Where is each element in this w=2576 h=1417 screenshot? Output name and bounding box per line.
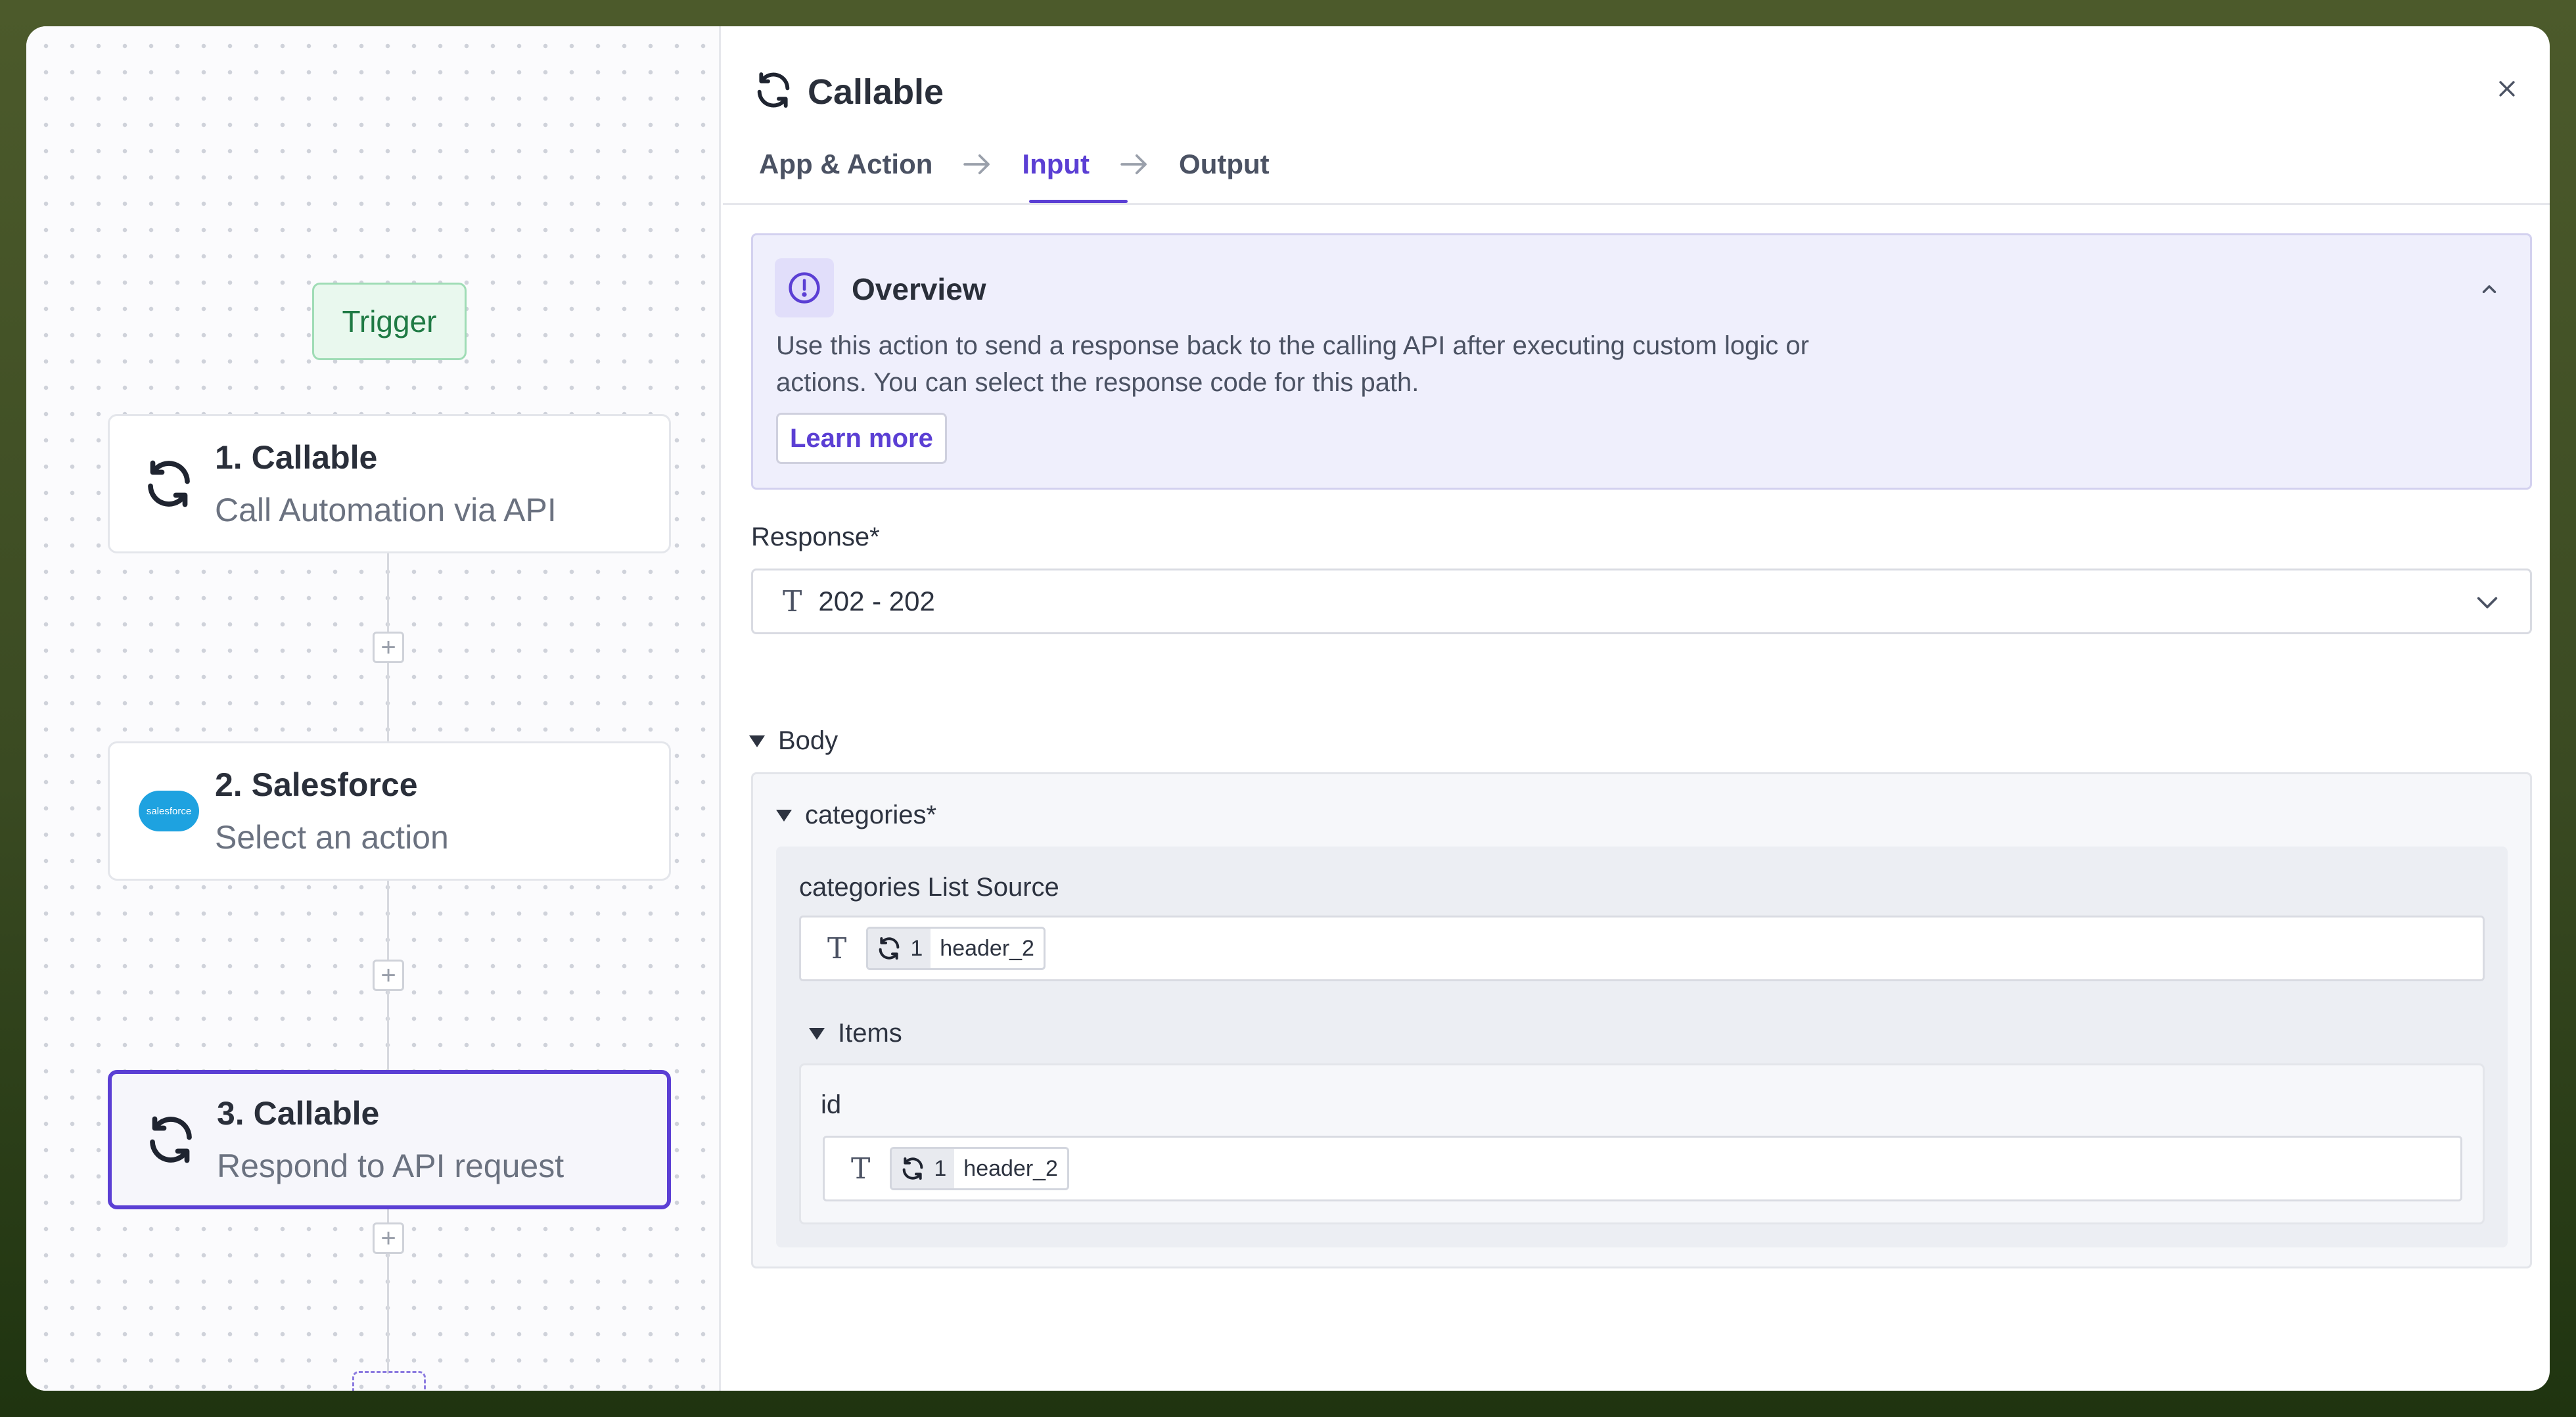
text-type-icon: T [783, 584, 802, 618]
text-type-icon: T [851, 1151, 871, 1186]
callable-sync-icon [879, 937, 900, 960]
id-label: id [821, 1090, 842, 1119]
tab-output[interactable]: Output [1179, 149, 1270, 180]
categories-label: categories* [805, 801, 937, 829]
learn-more-button[interactable]: Learn more [776, 413, 947, 464]
categories-section: categories List Source T 1 header_2 Item… [776, 847, 2508, 1247]
add-step-button[interactable]: + [373, 1222, 404, 1254]
tabs-divider [723, 203, 2550, 205]
body-section: categories* categories List Source T 1 h… [751, 772, 2532, 1268]
chevron-up-icon[interactable] [2478, 278, 2500, 304]
tab-app-action[interactable]: App & Action [759, 149, 932, 180]
overview-title: Overview [852, 272, 986, 306]
callable-sync-icon [903, 1157, 923, 1180]
list-source-input[interactable]: T 1 header_2 [799, 916, 2485, 981]
token-step-number: 1 [934, 1155, 947, 1181]
items-toggle[interactable]: Items [809, 1019, 902, 1048]
workflow-node-callable-3[interactable]: 3. Callable Respond to API request [108, 1070, 671, 1209]
callable-sync-icon [138, 1107, 204, 1173]
data-token-pill[interactable]: 1 header_2 [866, 927, 1046, 970]
response-value: 202 - 202 [818, 586, 935, 616]
data-token-pill[interactable]: 1 header_2 [890, 1147, 1069, 1190]
workflow-node-salesforce[interactable]: salesforce 2. Salesforce Select an actio… [108, 741, 671, 881]
node-subtitle: Call Automation via API [215, 492, 557, 528]
active-tab-indicator [1029, 200, 1128, 203]
token-field-name: header_2 [963, 1155, 1058, 1181]
body-toggle[interactable]: Body [749, 726, 838, 756]
response-label: Response* [751, 523, 880, 551]
step-tabs: App & Action Input Output [759, 145, 1270, 184]
response-select[interactable]: T 202 - 202 [751, 569, 2532, 634]
workflow-canvas[interactable]: Trigger 1. Callable Call Automation via … [26, 26, 721, 1391]
list-source-label: categories List Source [799, 873, 1059, 902]
close-icon[interactable] [2491, 72, 2523, 105]
workflow-node-callable-1[interactable]: 1. Callable Call Automation via API [108, 414, 671, 553]
body-label: Body [778, 726, 839, 755]
trigger-badge[interactable]: Trigger [312, 283, 467, 360]
node-title: 3. Callable [217, 1095, 380, 1132]
items-section: id T 1 header_2 [799, 1063, 2485, 1224]
arrow-right-icon [962, 153, 992, 175]
token-step-number: 1 [910, 935, 923, 961]
categories-toggle[interactable]: categories* [776, 801, 936, 830]
panel-title: Callable [808, 72, 944, 112]
caret-down-icon [776, 809, 792, 822]
chevron-down-icon [2474, 592, 2500, 617]
salesforce-logo: salesforce [136, 778, 202, 844]
items-label: Items [838, 1019, 902, 1048]
overview-card: Overview Use this action to send a respo… [751, 233, 2532, 490]
node-subtitle: Respond to API request [217, 1148, 564, 1184]
id-input[interactable]: T 1 header_2 [823, 1136, 2462, 1201]
overview-description: Use this action to send a response back … [776, 331, 1809, 397]
step-reference: 1 [892, 1149, 955, 1188]
callable-sync-icon [752, 69, 794, 114]
node-title: 1. Callable [215, 439, 378, 476]
node-subtitle: Select an action [215, 819, 449, 856]
text-type-icon: T [827, 931, 847, 965]
new-step-placeholder[interactable] [352, 1371, 426, 1391]
caret-down-icon [749, 735, 765, 747]
app-window: Trigger 1. Callable Call Automation via … [26, 26, 2550, 1391]
node-title: 2. Salesforce [215, 766, 418, 803]
add-step-button[interactable]: + [373, 960, 404, 991]
tab-input[interactable]: Input [1022, 149, 1090, 180]
caret-down-icon [809, 1027, 825, 1040]
token-field-name: header_2 [940, 935, 1034, 961]
salesforce-logo-text: salesforce [139, 791, 199, 831]
arrow-right-icon [1119, 153, 1149, 175]
step-reference: 1 [868, 929, 931, 968]
callable-sync-icon [136, 451, 202, 517]
info-icon [775, 258, 834, 317]
add-step-button[interactable]: + [373, 632, 404, 663]
